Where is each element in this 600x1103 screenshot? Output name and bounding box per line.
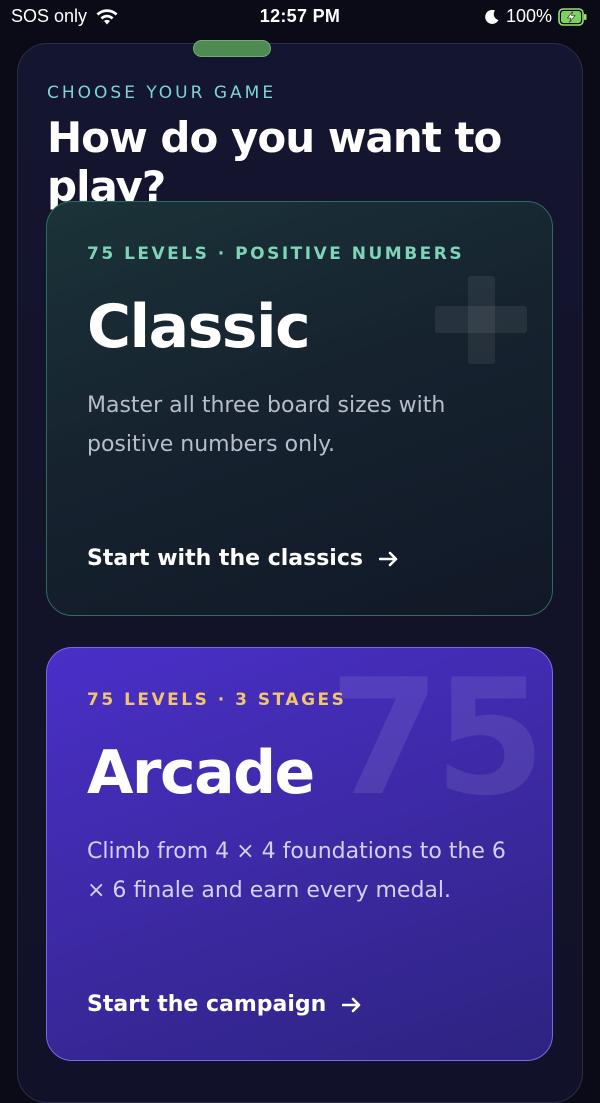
battery-charging-icon	[558, 7, 587, 26]
arrow-right-icon	[379, 551, 398, 566]
section-eyebrow: CHOOSE YOUR GAME	[47, 83, 277, 103]
classic-start-button[interactable]: Start with the classics	[87, 546, 399, 571]
status-bar: SOS only 12:57 PM 100%	[0, 0, 600, 34]
arcade-meta: 75 LEVELS · 3 STAGES	[87, 690, 347, 710]
arcade-start-button[interactable]: Start the campaign	[87, 992, 362, 1017]
sheet-grabber-handle[interactable]	[193, 40, 271, 57]
levels-count-watermark: 75	[329, 647, 546, 831]
moon-icon	[485, 9, 499, 24]
plus-icon	[435, 276, 527, 364]
classic-cta-label: Start with the classics	[87, 546, 363, 571]
arcade-cta-label: Start the campaign	[87, 992, 327, 1017]
status-right: 100%	[484, 6, 588, 27]
arcade-title: Arcade	[87, 738, 315, 808]
classic-mode-card[interactable]: 75 LEVELS · POSITIVE NUMBERS Classic Mas…	[46, 201, 553, 616]
arcade-description: Climb from 4 × 4 foundations to the 6 × …	[87, 839, 506, 903]
battery-percent: 100%	[505, 6, 552, 26]
classic-description: Master all three board sizes with positi…	[87, 393, 446, 457]
arcade-mode-card[interactable]: 75 75 LEVELS · 3 STAGES Arcade Climb fro…	[46, 647, 553, 1061]
classic-meta: 75 LEVELS · POSITIVE NUMBERS	[87, 244, 465, 264]
page-title: How do you want to play?	[47, 113, 502, 211]
classic-title: Classic	[87, 292, 311, 362]
arrow-right-icon	[342, 997, 361, 1012]
